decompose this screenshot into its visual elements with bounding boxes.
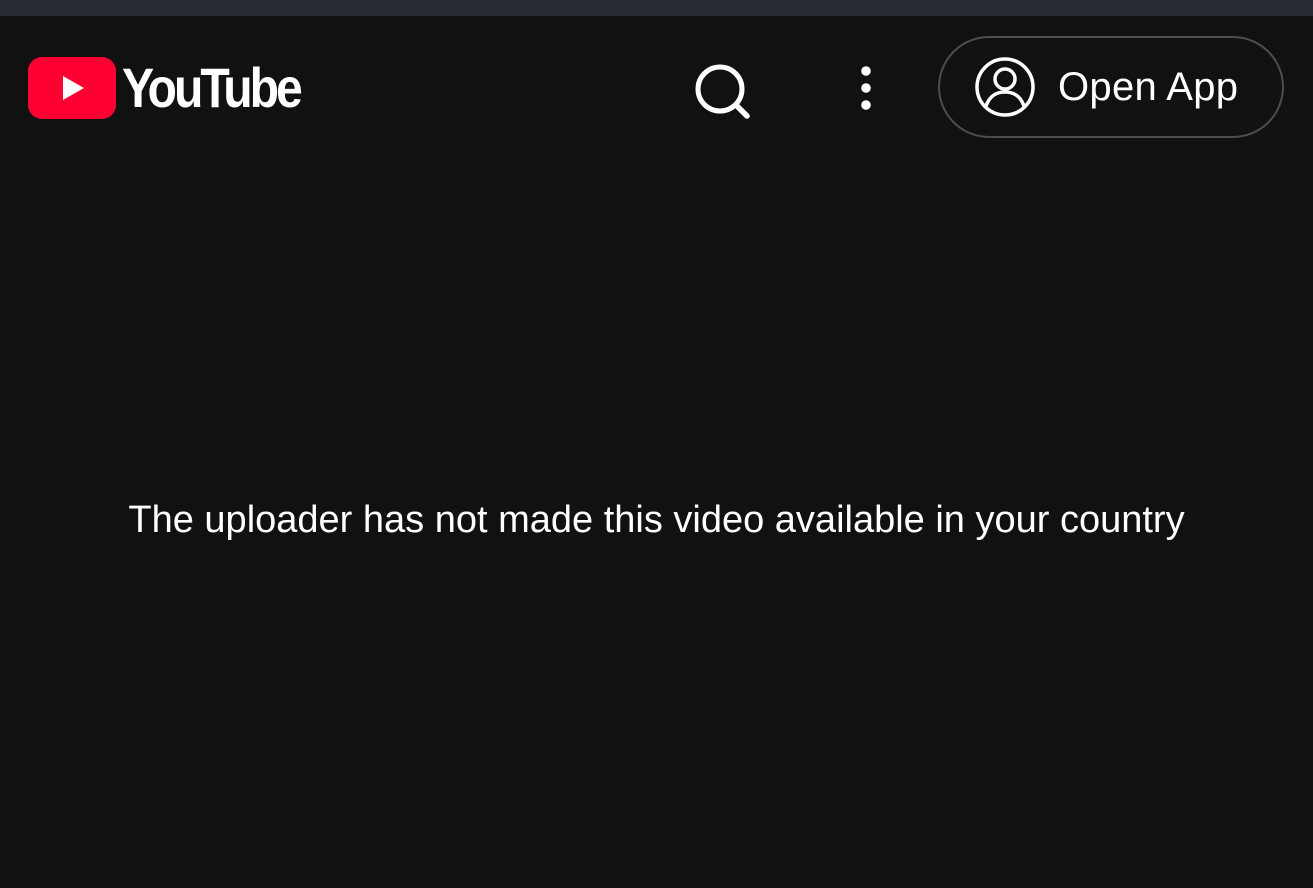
more-options-button[interactable] [846,62,886,118]
search-icon [695,64,750,119]
status-bar-strip [0,0,1313,16]
youtube-wordmark: YouTube [122,56,303,119]
top-app-bar: YouTube Open App [0,16,1313,166]
more-vert-icon [861,66,871,110]
open-app-label: Open App [1058,64,1239,109]
account-circle-icon [975,57,1035,117]
youtube-play-logo-icon [28,57,116,119]
search-button[interactable] [690,60,754,124]
youtube-logo-link[interactable]: YouTube [28,56,329,120]
video-unavailable-message: The uploader has not made this video ava… [128,499,1185,541]
open-app-button[interactable]: Open App [938,36,1284,138]
page: YouTube Open App The uploader has not ma… [0,0,1313,888]
